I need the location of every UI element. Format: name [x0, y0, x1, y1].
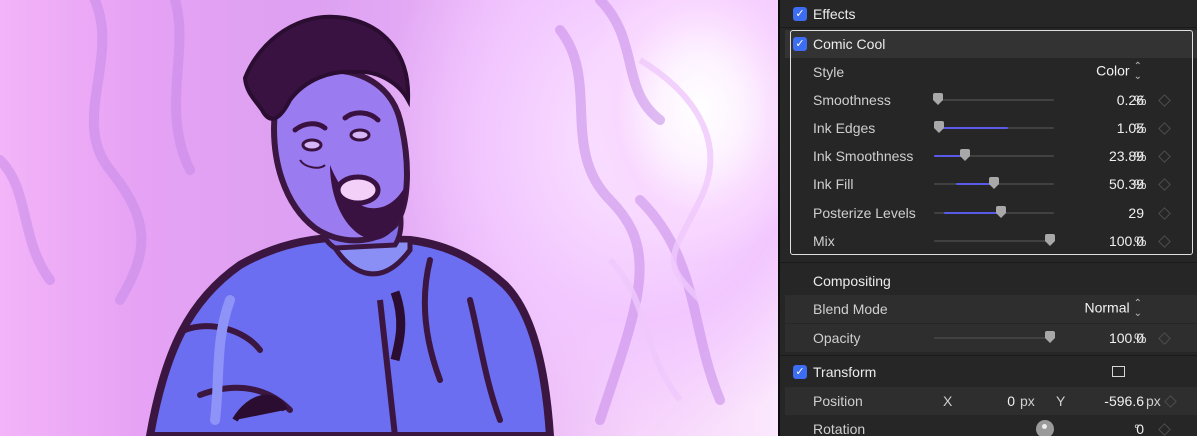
video-viewer[interactable] — [0, 0, 778, 436]
keyframe-diamond-icon[interactable] — [1158, 332, 1171, 345]
effects-checkbox[interactable]: ✓ — [793, 7, 807, 21]
position-label: Position — [813, 393, 863, 409]
chevron-updown-icon: ⌃ ⌄ — [1133, 298, 1142, 319]
checkmark-icon: ✓ — [795, 366, 805, 378]
separator — [780, 355, 1197, 356]
rotation-dial-icon[interactable] — [1036, 420, 1054, 436]
transform-header-row[interactable]: ✓ Transform — [780, 358, 1197, 386]
transform-checkbox[interactable]: ✓ — [793, 365, 807, 379]
param-row-position: Position X 0 px Y -596.6 px — [780, 387, 1197, 415]
transform-header-label: Transform — [813, 364, 877, 380]
keyframe-diamond-icon[interactable] — [1158, 423, 1171, 436]
transform-onscreen-icon[interactable] — [1112, 366, 1125, 377]
position-y-label: Y — [1056, 393, 1066, 409]
effects-header-label: Effects — [813, 6, 856, 22]
param-row-opacity: Opacity 100.0 % — [780, 324, 1197, 352]
rotation-label: Rotation — [813, 421, 866, 436]
compositing-header-row[interactable]: Compositing — [780, 267, 1197, 295]
video-inspector: ✓ Effects ✓ Comic Cool Style Color ⌃ ⌄ Smo… — [780, 0, 1197, 436]
position-x-value[interactable]: 0 — [1007, 393, 1015, 409]
position-y-value[interactable]: -596.6 — [1104, 393, 1144, 409]
position-x-unit: px — [1020, 393, 1035, 409]
slider-track — [934, 337, 1054, 339]
slider-thumb[interactable] — [1045, 331, 1056, 343]
position-x-label: X — [943, 393, 953, 409]
blend-mode-popup[interactable]: Normal ⌃ ⌄ — [1084, 299, 1142, 319]
separator — [780, 27, 1197, 28]
effects-header-row[interactable]: ✓ Effects — [780, 0, 1197, 28]
param-row-blend-mode: Blend Mode Normal ⌃ ⌄ — [780, 295, 1197, 323]
keyframe-diamond-icon[interactable] — [1164, 395, 1177, 408]
opacity-slider[interactable] — [934, 331, 1056, 345]
rotation-unit: ° — [1134, 421, 1140, 436]
param-row-rotation: Rotation 0 ° — [780, 415, 1197, 436]
opacity-label: Opacity — [813, 330, 861, 346]
opacity-unit: % — [1134, 330, 1147, 346]
effect-selection-outline — [790, 30, 1193, 255]
checkmark-icon: ✓ — [795, 8, 805, 20]
blend-mode-value: Normal — [1084, 299, 1130, 316]
separator — [780, 262, 1197, 263]
position-y-unit: px — [1146, 393, 1161, 409]
blend-mode-label: Blend Mode — [813, 301, 888, 317]
compositing-header-label: Compositing — [813, 273, 891, 289]
comic-effect-frame — [0, 0, 725, 436]
